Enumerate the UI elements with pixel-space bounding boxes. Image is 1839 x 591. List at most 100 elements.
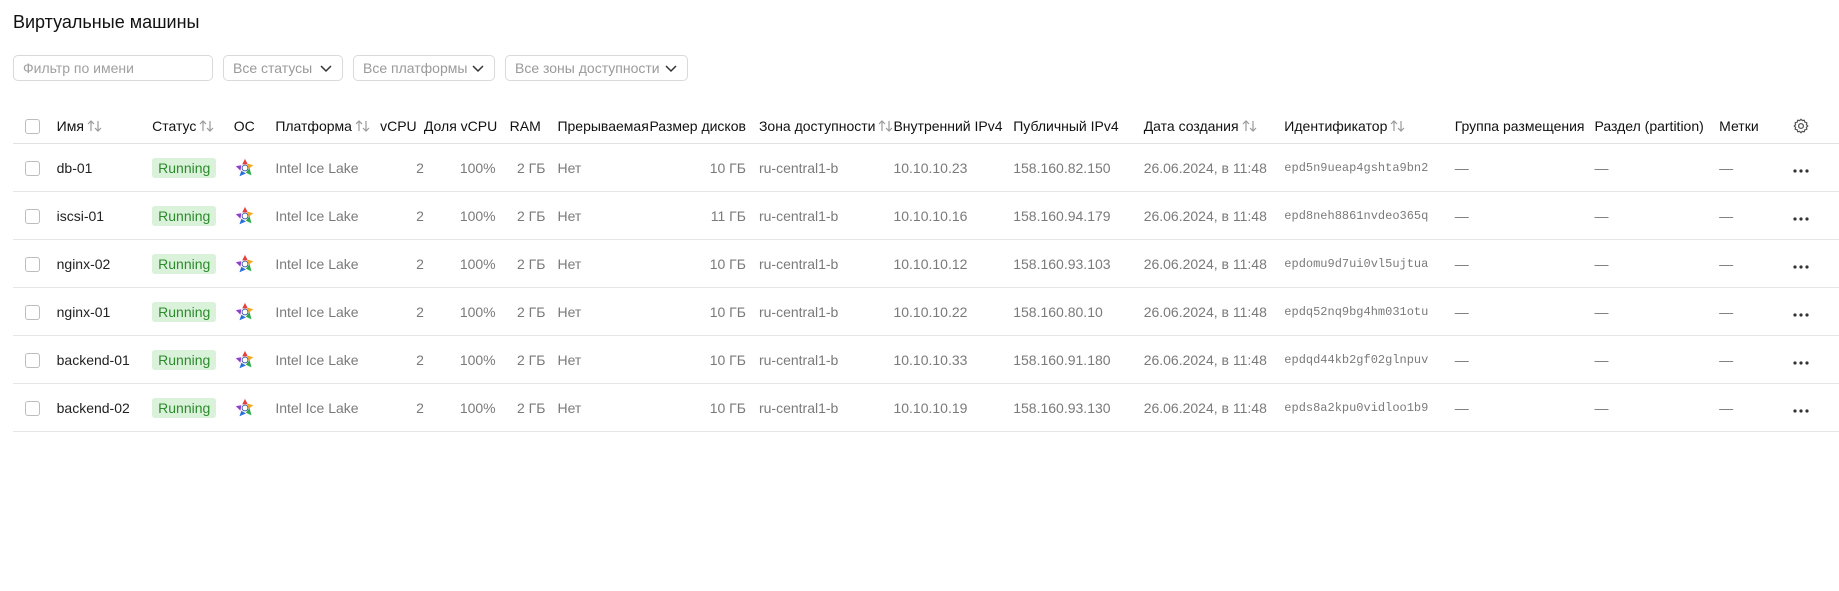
- row-checkbox[interactable]: [25, 256, 40, 272]
- partition-cell: —: [1594, 239, 1720, 288]
- vm-table: Имя Статус ОС Платформа vCPU Доля vCPU R…: [13, 108, 1839, 432]
- id-cell: epdq52nq9bg4hm031otu: [1284, 287, 1455, 336]
- col-created[interactable]: Дата создания: [1143, 108, 1285, 144]
- col-preemptible: Прерываемая: [557, 108, 650, 144]
- row-checkbox[interactable]: [25, 400, 40, 416]
- platform-cell: Intel Ice Lake: [275, 383, 381, 432]
- ram-cell: 2 ГБ: [509, 191, 558, 240]
- col-name[interactable]: Имя: [56, 108, 153, 144]
- actions-cell[interactable]: [1788, 287, 1839, 336]
- col-labels: Метки: [1719, 108, 1789, 144]
- actions-cell[interactable]: [1788, 383, 1839, 432]
- platform-cell: Intel Ice Lake: [275, 335, 381, 384]
- actions-cell[interactable]: [1788, 239, 1839, 288]
- created-cell: 26.06.2024, в 11:48: [1143, 191, 1285, 240]
- select-all-checkbox[interactable]: [25, 118, 40, 134]
- zone-cell: ru-central1-b: [745, 191, 894, 240]
- row-checkbox[interactable]: [25, 304, 40, 320]
- disk-size-cell: 10 ГБ: [649, 335, 746, 384]
- status-cell: Running: [152, 335, 234, 384]
- status-cell: Running: [152, 287, 234, 336]
- col-placement-group: Группа размещения: [1454, 108, 1595, 144]
- vcpu-share-cell: 100%: [423, 239, 510, 288]
- col-vcpu-share: Доля vCPU: [423, 108, 510, 144]
- table-row[interactable]: iscsi-01 Running Intel Ice Lake 2 100% 2 ГБ Не…: [13, 191, 1839, 240]
- platform-cell: Intel Ice Lake: [275, 143, 381, 192]
- col-zone[interactable]: Зона доступности: [745, 108, 894, 144]
- labels-cell: —: [1719, 335, 1789, 384]
- col-name-label: Имя: [56, 117, 84, 134]
- col-internal-ipv4: Внутренний IPv4: [893, 108, 1014, 144]
- id-cell: epdqd44kb2gf02glnpuv: [1284, 335, 1455, 384]
- zone-filter-select[interactable]: Все зоны доступности: [505, 55, 688, 81]
- actions-cell[interactable]: [1788, 335, 1839, 384]
- zone-cell: ru-central1-b: [745, 239, 894, 288]
- more-actions-icon: [1792, 264, 1809, 269]
- preemptible-cell: Нет: [557, 287, 650, 336]
- row-checkbox[interactable]: [25, 160, 40, 176]
- vcpu-share-cell: 100%: [423, 191, 510, 240]
- placement-group-cell: —: [1454, 287, 1595, 336]
- row-select-cell: [13, 287, 57, 336]
- settings-cell: [1788, 108, 1839, 144]
- vcpu-share-cell: 100%: [423, 287, 510, 336]
- os-cell: [233, 239, 276, 288]
- table-header-row: Имя Статус ОС Платформа vCPU Доля vCPU R…: [13, 108, 1839, 144]
- id-cell: epd5n9ueap4gshta9bn2: [1284, 143, 1455, 192]
- col-platform[interactable]: Платформа: [275, 108, 381, 144]
- disk-size-cell: 10 ГБ: [649, 239, 746, 288]
- preemptible-cell: Нет: [557, 335, 650, 384]
- vm-name[interactable]: iscsi-01: [56, 191, 153, 240]
- status-filter-select[interactable]: Все статусы: [223, 55, 343, 81]
- col-created-label: Дата создания: [1143, 117, 1239, 134]
- table-row[interactable]: nginx-01 Running Intel Ice Lake 2 100% 2 ГБ Не…: [13, 287, 1839, 336]
- row-checkbox[interactable]: [25, 352, 40, 368]
- chevron-down-icon: [472, 65, 484, 73]
- gear-icon[interactable]: [1793, 118, 1809, 134]
- col-id[interactable]: Идентификатор: [1284, 108, 1455, 144]
- actions-cell[interactable]: [1788, 143, 1839, 192]
- sort-icon: [879, 119, 893, 132]
- platform-cell: Intel Ice Lake: [275, 191, 381, 240]
- vm-name[interactable]: backend-02: [56, 383, 153, 432]
- col-vcpu: vCPU: [380, 108, 424, 144]
- ram-cell: 2 ГБ: [509, 335, 558, 384]
- col-status[interactable]: Статус: [152, 108, 234, 144]
- sort-icon: [87, 119, 102, 132]
- vcpu-cell: 2: [380, 239, 424, 288]
- vm-name[interactable]: db-01: [56, 143, 153, 192]
- preemptible-cell: Нет: [557, 143, 650, 192]
- platform-filter-select[interactable]: Все платформы: [353, 55, 495, 81]
- created-cell: 26.06.2024, в 11:48: [1143, 239, 1285, 288]
- ram-cell: 2 ГБ: [509, 143, 558, 192]
- disk-size-cell: 10 ГБ: [649, 383, 746, 432]
- vm-name[interactable]: backend-01: [56, 335, 153, 384]
- actions-cell[interactable]: [1788, 191, 1839, 240]
- table-row[interactable]: backend-02 Running Intel Ice Lake 2 100% 2 ГБ…: [13, 383, 1839, 432]
- public-ip-cell: 158.160.82.150: [1013, 143, 1144, 192]
- disk-size-cell: 10 ГБ: [649, 143, 746, 192]
- status-filter-value: Все статусы: [233, 60, 313, 76]
- more-actions-icon: [1792, 408, 1809, 413]
- name-filter-input[interactable]: [13, 55, 213, 81]
- public-ip-cell: 158.160.94.179: [1013, 191, 1144, 240]
- table-row[interactable]: db-01 Running Intel Ice Lake 2 100% 2 ГБ Нет 10…: [13, 143, 1839, 192]
- disk-size-cell: 10 ГБ: [649, 287, 746, 336]
- internal-ip-cell: 10.10.10.22: [893, 287, 1014, 336]
- zone-filter-value: Все зоны доступности: [515, 60, 660, 76]
- zone-cell: ru-central1-b: [745, 383, 894, 432]
- os-cell: [233, 191, 276, 240]
- internal-ip-cell: 10.10.10.23: [893, 143, 1014, 192]
- table-row[interactable]: nginx-02 Running Intel Ice Lake 2 100% 2 ГБ Не…: [13, 239, 1839, 288]
- vm-name[interactable]: nginx-01: [56, 287, 153, 336]
- row-select-cell: [13, 383, 57, 432]
- internal-ip-cell: 10.10.10.16: [893, 191, 1014, 240]
- sort-icon: [1242, 119, 1257, 132]
- vm-name[interactable]: nginx-02: [56, 239, 153, 288]
- table-row[interactable]: backend-01 Running Intel Ice Lake 2 100% 2 ГБ…: [13, 335, 1839, 384]
- ram-cell: 2 ГБ: [509, 287, 558, 336]
- zone-cell: ru-central1-b: [745, 287, 894, 336]
- created-cell: 26.06.2024, в 11:48: [1143, 335, 1285, 384]
- platform-cell: Intel Ice Lake: [275, 287, 381, 336]
- row-checkbox[interactable]: [25, 208, 40, 224]
